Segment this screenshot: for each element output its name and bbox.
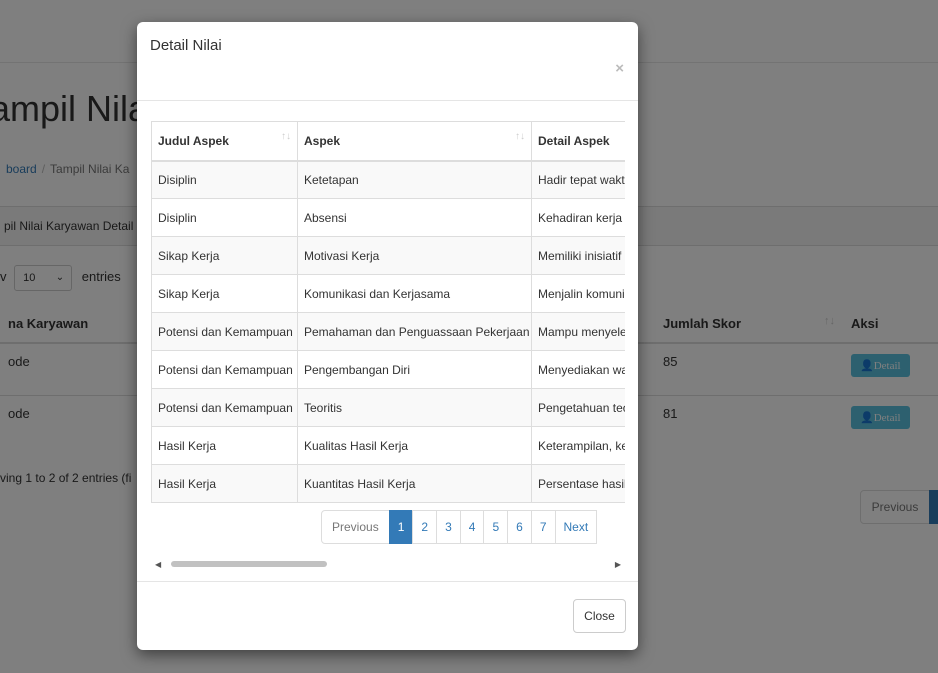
table-row: Sikap Kerja Komunikasi dan Kerjasama Menja… [151,274,625,313]
pagination-page-4[interactable]: 4 [459,510,485,544]
pagination-page-3[interactable]: 3 [436,510,461,544]
cell-aspek: Kuantitas Hasil Kerja [297,464,532,503]
cell-detail-aspek: Pengetahuan teo [531,388,625,427]
cell-aspek: Absensi [297,198,532,237]
table-row: Potensi dan Kemampuan Teoritis Pengetahuan… [151,388,625,427]
cell-aspek: Kualitas Hasil Kerja [297,426,532,465]
sort-icon: ↑↓ [281,131,291,142]
cell-detail-aspek: Menjalin komunik [531,274,625,313]
cell-aspek: Ketetapan [297,160,532,199]
column-header-judul-aspek[interactable]: Judul Aspek ↑↓ [151,121,298,162]
cell-aspek: Teoritis [297,388,532,427]
modal-header: Detail Nilai × [137,22,638,101]
cell-detail-aspek: Hadir tepat waktu [531,160,625,199]
cell-judul-aspek: Potensi dan Kemampuan [151,388,298,427]
cell-judul-aspek: Disiplin [151,160,298,199]
cell-judul-aspek: Disiplin [151,198,298,237]
pagination-next[interactable]: Next [554,510,598,544]
close-icon[interactable]: × [615,60,624,77]
cell-judul-aspek: Potensi dan Kemampuan [151,312,298,351]
table-row: Hasil Kerja Kualitas Hasil Kerja Keterampi… [151,426,625,465]
detail-table-scroll[interactable]: Judul Aspek ↑↓ Aspek ↑↓ Detail Aspek Disip… [151,121,625,503]
scroll-right-arrow-icon[interactable]: ▶ [615,560,621,569]
cell-detail-aspek: Memiliki inisiatif d [531,236,625,275]
pagination-page-2[interactable]: 2 [412,510,438,544]
column-header-detail-aspek[interactable]: Detail Aspek [531,121,625,162]
pagination-page-6[interactable]: 6 [507,510,532,544]
cell-detail-aspek: Keterampilan, ke [531,426,625,465]
scroll-left-arrow-icon[interactable]: ◀ [155,560,161,569]
cell-detail-aspek: Menyediakan wa [531,350,625,389]
pagination-page-5[interactable]: 5 [483,510,509,544]
close-button[interactable]: Close [573,599,626,633]
cell-aspek: Motivasi Kerja [297,236,532,275]
horizontal-scrollbar[interactable]: ◀ ▶ [151,557,625,571]
table-row: Hasil Kerja Kuantitas Hasil Kerja Persenta… [151,464,625,503]
cell-judul-aspek: Sikap Kerja [151,236,298,275]
cell-aspek: Pengembangan Diri [297,350,532,389]
pagination-previous[interactable]: Previous [321,510,390,544]
cell-detail-aspek: Persentase hasil [531,464,625,503]
modal-footer: Close [137,581,638,650]
modal-title: Detail Nilai [150,37,222,54]
modal-pagination: Previous 1 2 3 4 5 6 7 Next [321,510,598,544]
table-row: Potensi dan Kemampuan Pemahaman dan Pengu… [151,312,625,351]
cell-judul-aspek: Potensi dan Kemampuan [151,350,298,389]
cell-judul-aspek: Hasil Kerja [151,464,298,503]
cell-aspek: Pemahaman dan Penguassaan Pekerjaan [297,312,532,351]
cell-judul-aspek: Hasil Kerja [151,426,298,465]
column-header-aspek[interactable]: Aspek ↑↓ [297,121,532,162]
cell-detail-aspek: Kehadiran kerja d [531,198,625,237]
cell-detail-aspek: Mampu menyeles [531,312,625,351]
cell-judul-aspek: Sikap Kerja [151,274,298,313]
table-row: Potensi dan Kemampuan Pengembangan Diri Me… [151,350,625,389]
detail-aspek-table: Judul Aspek ↑↓ Aspek ↑↓ Detail Aspek Disip… [151,121,625,503]
cell-aspek: Komunikasi dan Kerjasama [297,274,532,313]
table-row: Disiplin Absensi Kehadiran kerja d [151,198,625,237]
table-row: Sikap Kerja Motivasi Kerja Memiliki inisia… [151,236,625,275]
pagination-page-7[interactable]: 7 [530,510,556,544]
table-row: Disiplin Ketetapan Hadir tepat waktu [151,160,625,199]
detail-nilai-modal: Detail Nilai × Judul Aspek ↑↓ Aspek ↑↓ Det… [137,22,638,650]
pagination-page-1[interactable]: 1 [388,510,414,544]
sort-icon: ↑↓ [515,131,525,142]
scrollbar-thumb[interactable] [171,561,327,567]
